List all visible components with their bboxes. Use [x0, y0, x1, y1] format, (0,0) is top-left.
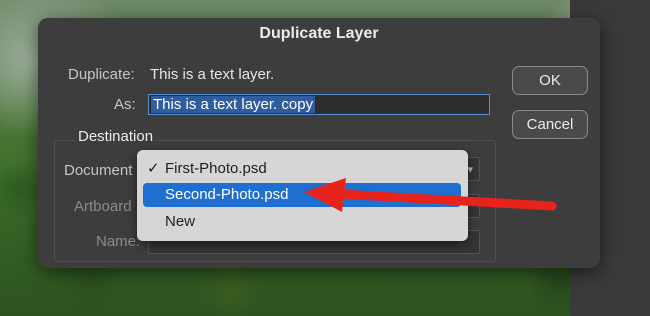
as-input-value: This is a text layer. copy	[151, 96, 316, 113]
name-label: Name:	[96, 233, 141, 250]
duplicate-label: Duplicate:	[68, 66, 135, 83]
menu-item-label: Second-Photo.psd	[165, 186, 289, 203]
checkmark-icon: ✓	[147, 160, 160, 177]
artboard-label: Artboard	[74, 198, 132, 215]
document-label: Document	[64, 162, 133, 179]
red-arrow-annotation	[304, 178, 557, 212]
dialog-title: Duplicate Layer	[259, 25, 379, 42]
as-label: As:	[114, 96, 136, 113]
destination-title: Destination	[76, 128, 156, 145]
chevron-down-icon: ▾	[467, 164, 473, 176]
cancel-button[interactable]: Cancel	[512, 110, 588, 139]
ok-button[interactable]: OK	[512, 66, 588, 95]
menu-item-label: New	[165, 213, 196, 230]
duplicate-value: This is a text layer.	[150, 66, 275, 83]
as-input[interactable]: This is a text layer. copy	[148, 94, 490, 115]
menu-item-label: First-Photo.psd	[165, 160, 267, 177]
